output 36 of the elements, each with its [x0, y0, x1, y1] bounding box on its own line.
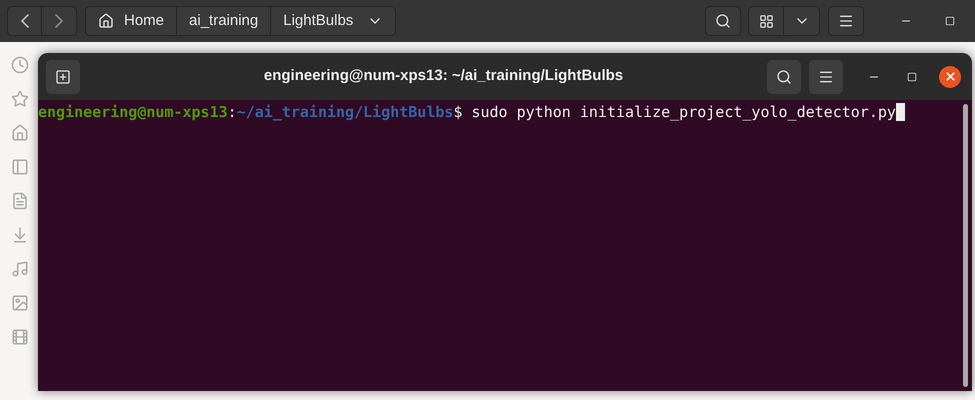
clock-icon[interactable] — [11, 56, 29, 74]
new-tab-icon — [55, 68, 71, 84]
menu-icon — [818, 68, 834, 84]
close-button[interactable] — [939, 66, 961, 88]
home-icon[interactable] — [11, 124, 29, 142]
document-icon[interactable] — [11, 192, 29, 210]
back-icon — [20, 14, 28, 28]
maximize-icon — [945, 16, 955, 26]
maximize-icon — [907, 72, 917, 82]
prompt-user-host: engineering@num-xps13 — [38, 102, 228, 122]
command-text: sudo python initialize_project_yolo_detector.py — [471, 102, 896, 122]
panel-icon[interactable] — [11, 158, 29, 176]
search-button[interactable] — [767, 60, 801, 94]
home-icon — [98, 13, 114, 29]
menu-button[interactable] — [828, 6, 864, 36]
breadcrumb-button[interactable]: ai_training — [177, 7, 272, 35]
breadcrumb-button[interactable]: LightBulbs — [271, 7, 396, 35]
film-icon[interactable] — [11, 328, 29, 346]
search-icon — [715, 13, 731, 29]
new-tab-button[interactable] — [46, 60, 80, 94]
prompt-path: ~/ai_training/LightBulbs — [236, 102, 454, 122]
grid-icon — [758, 14, 774, 28]
search-button[interactable] — [705, 6, 741, 36]
download-icon[interactable] — [11, 226, 29, 244]
prompt-symbol: $ — [453, 102, 462, 122]
music-icon[interactable] — [11, 260, 29, 278]
close-icon — [944, 70, 956, 83]
image-icon[interactable] — [11, 294, 29, 312]
prompt-separator: : — [228, 102, 237, 122]
window-title: engineering@num-xps13: ~/ai_training/LightBulbs — [262, 66, 624, 86]
breadcrumb-button[interactable]: Home — [86, 7, 178, 35]
menu-icon — [838, 13, 854, 29]
star-icon[interactable] — [11, 90, 29, 108]
forward-icon — [55, 14, 63, 28]
menu-button[interactable] — [809, 60, 843, 94]
search-icon — [776, 68, 792, 84]
